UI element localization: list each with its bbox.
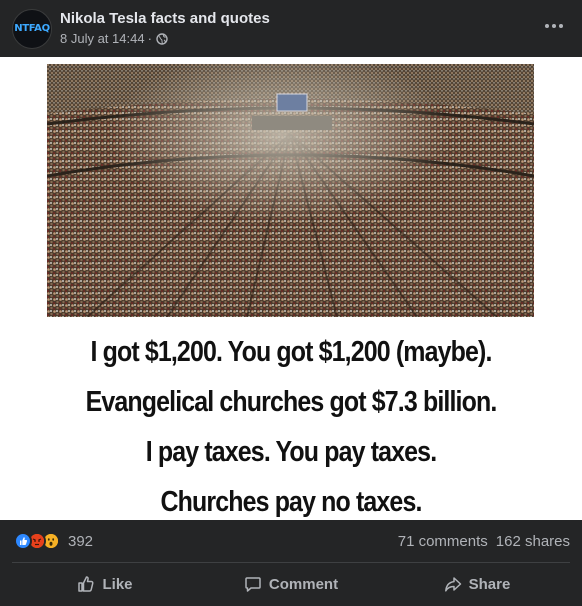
post-stats: 392 71 comments 162 shares	[0, 520, 582, 562]
like-label: Like	[102, 575, 133, 593]
post-meta: 8 July at 14:44 ·	[60, 31, 168, 46]
avatar-logo-text: NTFAQ	[14, 23, 50, 34]
megachurch-crowd-photo	[47, 64, 534, 317]
comments-count-link[interactable]: 71 comments	[398, 533, 488, 550]
like-button[interactable]: Like	[12, 565, 198, 603]
post-timestamp[interactable]: 8 July at 14:44	[60, 31, 145, 46]
share-button[interactable]: Share	[384, 565, 570, 603]
post-header: NTFAQ Nikola Tesla facts and quotes 8 Ju…	[0, 0, 582, 58]
engagement-counts: 71 comments 162 shares	[398, 533, 570, 550]
reaction-count: 392	[68, 532, 94, 550]
post-image[interactable]: I got $1,200. You got $1,200 (maybe). Ev…	[0, 57, 582, 520]
share-arrow-icon	[444, 577, 461, 592]
page-name-link[interactable]: Nikola Tesla facts and quotes	[60, 10, 270, 27]
reactions-summary[interactable]: 392	[14, 532, 93, 550]
more-options-icon[interactable]	[540, 14, 568, 38]
caption-line-2: Evangelical churches got $7.3 billion.	[41, 377, 542, 427]
caption-line-4: Churches pay no taxes.	[160, 486, 422, 518]
caption-line-1: I got $1,200. You got $1,200 (maybe).	[90, 336, 492, 368]
shares-count-link[interactable]: 162 shares	[496, 533, 570, 550]
image-caption: I got $1,200. You got $1,200 (maybe). Ev…	[0, 327, 582, 520]
thumbs-up-icon	[78, 576, 95, 592]
comment-button[interactable]: Comment	[198, 565, 384, 603]
meta-separator: ·	[147, 31, 152, 46]
share-label: Share	[468, 575, 511, 593]
globe-icon[interactable]	[156, 32, 168, 45]
page-avatar[interactable]: NTFAQ	[12, 9, 52, 49]
comment-label: Comment	[268, 575, 339, 593]
post-actions: Like Comment Share	[12, 565, 570, 603]
caption-line-2-text: Evangelical churches got	[85, 386, 372, 418]
facebook-post: NTFAQ Nikola Tesla facts and quotes 8 Ju…	[0, 0, 582, 606]
speech-bubble-icon	[245, 577, 261, 592]
actions-divider	[12, 562, 570, 563]
caption-line-3: I pay taxes. You pay taxes.	[145, 436, 437, 468]
caption-highlight-amount: $7.3 billion.	[371, 386, 498, 418]
like-reaction-icon	[14, 532, 32, 550]
